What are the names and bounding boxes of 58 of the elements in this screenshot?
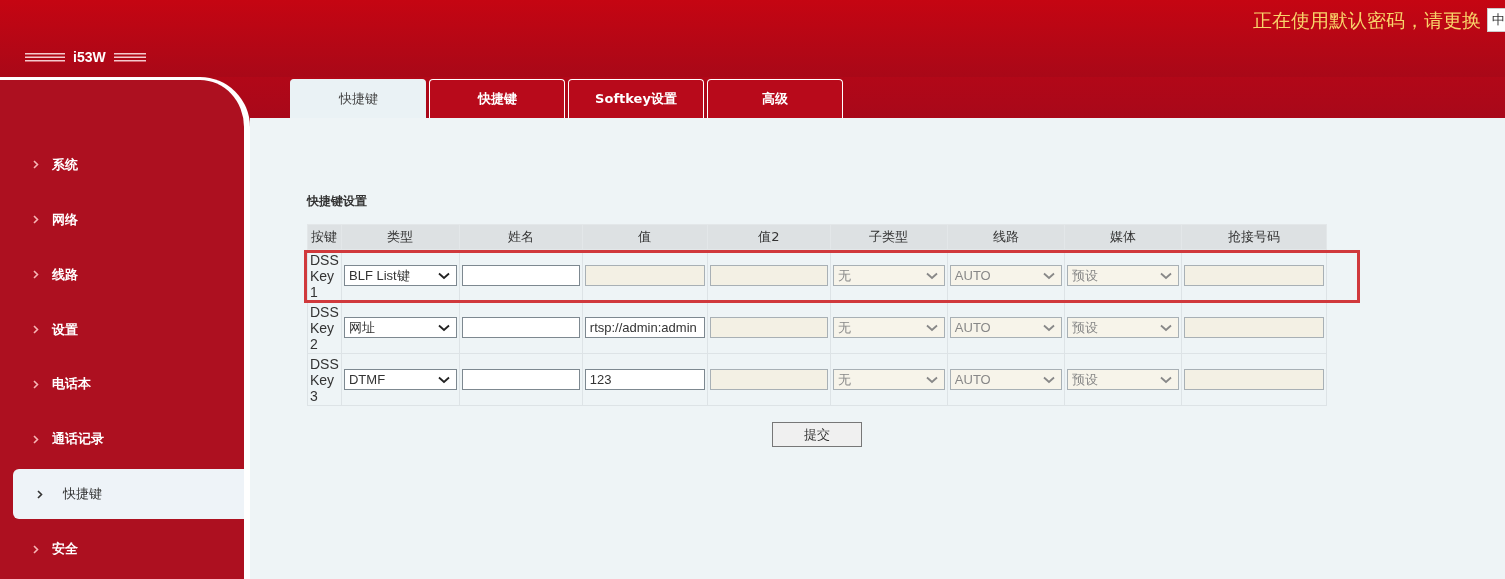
sidebar-item[interactable]: 线路 [0, 249, 244, 300]
chevron-icon [33, 325, 39, 335]
caret-icon [925, 375, 938, 384]
tab[interactable]: 高级 [707, 79, 843, 118]
table-cell: DSS Key 2 [307, 301, 342, 354]
logo: i53W [73, 49, 106, 65]
caret-icon [437, 271, 450, 280]
column-header: 值2 [707, 224, 831, 250]
language-select[interactable]: 中 [1487, 8, 1505, 32]
sidebar-item[interactable]: 通话记录 [0, 414, 244, 465]
input-field[interactable] [461, 317, 580, 338]
table-cell: DSS Key 3 [307, 353, 342, 406]
column-header: 值 [582, 224, 708, 250]
caret-icon [1160, 375, 1172, 384]
caret-icon [1160, 271, 1172, 280]
tab[interactable]: Softkey设置 [568, 79, 704, 118]
caret-icon [925, 271, 938, 280]
column-header: 媒体 [1064, 224, 1182, 250]
password-warning: 正在使用默认密码，请更换 [1253, 8, 1481, 33]
caret-icon [1043, 323, 1055, 332]
input-field[interactable]: 123 [584, 369, 705, 390]
sidebar-item[interactable]: 设置 [0, 304, 244, 355]
tab[interactable]: 快捷键 [290, 79, 426, 118]
dropdown[interactable]: DTMF [344, 369, 457, 390]
chevron-icon [33, 270, 39, 280]
column-header: 子类型 [830, 224, 948, 250]
column-header: 按键 [307, 224, 342, 250]
caret-icon [1160, 323, 1172, 332]
caret-icon [1043, 375, 1055, 384]
input-field[interactable] [461, 265, 580, 286]
tab[interactable]: 快捷键 [429, 79, 565, 118]
caret-icon [925, 323, 938, 332]
column-header: 姓名 [459, 224, 583, 250]
caret-icon [437, 375, 450, 384]
sidebar-item[interactable]: 网络 [0, 194, 244, 245]
chevron-icon [33, 160, 39, 170]
sidebar-item[interactable]: 快捷键 [13, 469, 244, 520]
chevron-icon [37, 489, 43, 499]
submit-button[interactable]: 提交 [772, 422, 862, 447]
sidebar-item[interactable]: 安全 [0, 524, 244, 574]
column-header: 抢接号码 [1181, 224, 1327, 250]
sidebar-item[interactable]: 系统 [0, 140, 244, 190]
caret-icon [1043, 271, 1055, 280]
section-title: 快捷键设置 [307, 193, 368, 210]
column-header: 类型 [341, 224, 460, 250]
column-header: 线路 [947, 224, 1065, 250]
caret-icon [437, 323, 450, 332]
input-field[interactable] [461, 369, 580, 390]
dropdown[interactable]: BLF List键 [344, 265, 457, 286]
input-field[interactable]: rtsp://admin:admin [584, 317, 705, 338]
chevron-icon [33, 434, 39, 444]
stripes-icon [113, 52, 146, 62]
chevron-icon [33, 544, 39, 554]
chevron-icon [33, 215, 39, 225]
chevron-icon [33, 379, 39, 389]
stripes-icon [25, 52, 65, 62]
sidebar-item[interactable]: 电话本 [0, 359, 244, 410]
dropdown[interactable]: 网址 [344, 317, 457, 338]
